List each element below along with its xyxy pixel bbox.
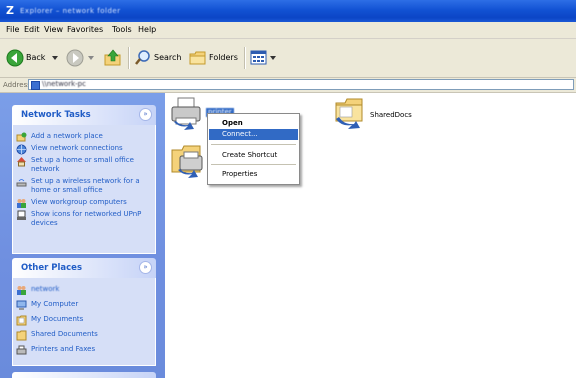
context-menu-connect[interactable]: Connect... [209, 129, 298, 140]
up-folder-button[interactable] [104, 49, 124, 67]
context-menu-create-shortcut[interactable]: Create Shortcut [209, 150, 298, 161]
task-label: Set up a wireless network for a home or … [31, 177, 140, 194]
other-places-panel: Other Places » network My Computer My Do… [12, 258, 156, 366]
forward-dropdown-icon [88, 56, 94, 60]
task-label: Set up a home or small office network [31, 156, 134, 173]
context-menu: Open Connect... Create Shortcut Properti… [207, 113, 300, 185]
details-panel [12, 372, 156, 378]
add-network-place-icon [16, 132, 27, 142]
back-arrow-icon [6, 49, 24, 67]
context-menu-open[interactable]: Open [209, 118, 298, 129]
address-bar: Address \\network-pc [0, 78, 576, 93]
up-folder-icon [104, 49, 121, 66]
printers-folder-icon [171, 145, 203, 178]
views-button[interactable] [250, 49, 280, 67]
wireless-network-icon [16, 179, 27, 187]
search-button[interactable]: Search [134, 49, 184, 67]
shared-folder-icon [335, 98, 363, 129]
home-network-icon [17, 157, 26, 167]
context-menu-separator [211, 144, 296, 145]
place-label: Shared Documents [31, 330, 98, 338]
other-places-header[interactable]: Other Places » [12, 258, 156, 278]
toolbar-separator [244, 47, 246, 69]
shareddocs-item[interactable]: SharedDocs [334, 97, 424, 131]
network-tasks-panel: Network Tasks » Add a network place View… [12, 105, 156, 254]
menu-view[interactable]: View [44, 25, 63, 35]
menu-tools[interactable]: Tools [112, 25, 132, 35]
task-label: View workgroup computers [31, 198, 127, 206]
address-label: Address [3, 81, 31, 89]
other-places-list: network My Computer My Documents Shared … [12, 278, 156, 366]
printers-folder-item[interactable] [170, 142, 206, 178]
printers-and-faxes-icon [16, 345, 27, 355]
shareddocs-label: SharedDocs [370, 111, 412, 119]
menu-file[interactable]: File [6, 25, 19, 35]
back-dropdown-icon [52, 56, 58, 60]
place-my-documents[interactable]: My Documents [13, 315, 84, 326]
toolbar-separator [128, 47, 130, 69]
place-label: My Computer [31, 300, 79, 308]
place-label: My Documents [31, 315, 84, 323]
folders-button[interactable]: Folders [189, 49, 239, 67]
task-label: View network connections [31, 144, 123, 152]
views-grid-icon [250, 50, 267, 65]
task-show-upnp-icons[interactable]: Show icons for networked UPnP devices [13, 210, 151, 228]
menu-bar: File Edit View Favorites Tools Help [0, 22, 576, 39]
collapse-chevron-icon[interactable]: » [139, 108, 152, 121]
workgroup-icon [17, 199, 26, 208]
folders-label: Folders [209, 53, 238, 62]
task-label: Show icons for networked UPnP devices [31, 210, 142, 227]
shared-documents-icon [16, 330, 27, 341]
details-panel-header[interactable] [12, 372, 156, 378]
address-value: \\network-pc [42, 80, 86, 88]
task-setup-home-network[interactable]: Set up a home or small office network [13, 156, 151, 174]
search-label: Search [154, 53, 182, 62]
context-menu-properties[interactable]: Properties [209, 169, 298, 180]
task-view-network-connections[interactable]: View network connections [13, 144, 123, 155]
forward-arrow-icon [66, 49, 84, 67]
shared-printer-icon [171, 97, 201, 130]
address-field[interactable]: \\network-pc [28, 79, 574, 90]
context-menu-separator [211, 164, 296, 165]
place-network[interactable]: network [13, 285, 60, 295]
place-printers-and-faxes[interactable]: Printers and Faxes [13, 345, 96, 355]
menu-favorites[interactable]: Favorites [67, 25, 103, 35]
my-documents-icon [16, 315, 27, 326]
network-tasks-title: Network Tasks [21, 110, 91, 120]
back-label: Back [26, 53, 46, 62]
network-tasks-header[interactable]: Network Tasks » [12, 105, 156, 125]
search-icon [135, 50, 150, 65]
place-label: network [31, 285, 60, 293]
task-add-network-place[interactable]: Add a network place [13, 132, 103, 142]
task-view-workgroup-computers[interactable]: View workgroup computers [13, 198, 127, 208]
network-connections-icon [16, 144, 27, 155]
collapse-chevron-icon[interactable]: » [139, 261, 152, 274]
network-icon [17, 286, 26, 295]
folders-icon [189, 51, 206, 65]
menu-edit[interactable]: Edit [24, 25, 40, 35]
task-pane: Network Tasks » Add a network place View… [0, 93, 165, 378]
forward-button[interactable] [66, 49, 96, 67]
shared-printer-item[interactable]: printer [170, 96, 234, 130]
network-folder-icon [31, 81, 40, 90]
menu-help[interactable]: Help [138, 25, 156, 35]
place-my-computer[interactable]: My Computer [13, 300, 79, 310]
other-places-title: Other Places [21, 263, 82, 273]
network-tasks-list: Add a network place View network connect… [12, 125, 156, 254]
place-label: Printers and Faxes [31, 345, 96, 353]
toolbar: Back Search Folders [0, 39, 576, 78]
views-dropdown-icon [270, 56, 276, 60]
task-label: Add a network place [31, 132, 103, 140]
my-computer-icon [16, 300, 27, 310]
upnp-devices-icon [17, 210, 26, 220]
back-button[interactable]: Back [6, 49, 62, 67]
place-shared-documents[interactable]: Shared Documents [13, 330, 98, 341]
task-setup-wireless-network[interactable]: Set up a wireless network for a home or … [13, 177, 155, 195]
window-app-icon: Z [6, 4, 14, 17]
title-bar: Z Explorer – network folder [0, 0, 576, 22]
window-title: Explorer – network folder [20, 7, 121, 15]
